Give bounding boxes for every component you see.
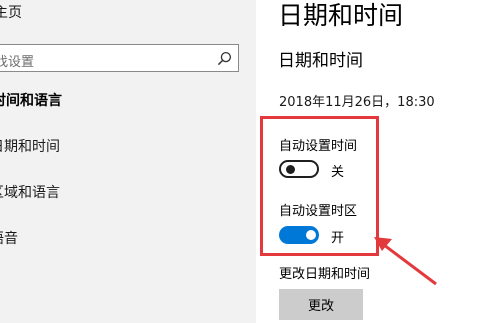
- auto-timezone-toggle[interactable]: [279, 226, 319, 244]
- search-placeholder: 找设置: [0, 55, 35, 70]
- auto-timezone-label: 自动设置时区: [279, 204, 358, 219]
- change-button[interactable]: 更改: [279, 289, 363, 320]
- auto-time-toggle[interactable]: [279, 160, 319, 178]
- nav-section-time-language: 时间和语言: [0, 93, 62, 109]
- current-datetime: 2018年11月26日，18:30: [279, 95, 435, 110]
- change-datetime-label: 更改日期和时间: [279, 267, 371, 282]
- toggle-knob: [286, 165, 295, 174]
- section-title: 日期和时间: [278, 51, 363, 71]
- page-title: 日期和时间: [278, 1, 404, 30]
- search-input[interactable]: 找设置: [0, 44, 239, 72]
- sidebar-item-region-language[interactable]: 区域和语言: [0, 182, 60, 202]
- search-icon[interactable]: [217, 51, 232, 66]
- nav-home-link[interactable]: 主页: [0, 2, 22, 22]
- navigation-pane: 主页 找设置 时间和语言 日期和时间 区域和语言 语音: [0, 0, 256, 323]
- auto-time-label: 自动设置时间: [279, 139, 358, 154]
- toggle-knob: [306, 230, 316, 240]
- sidebar-item-date-time[interactable]: 日期和时间: [0, 136, 60, 156]
- auto-timezone-state: 开: [331, 231, 345, 246]
- auto-time-state: 关: [331, 165, 345, 180]
- annotation-arrow-icon: [374, 237, 437, 286]
- sidebar-item-speech[interactable]: 语音: [0, 228, 18, 248]
